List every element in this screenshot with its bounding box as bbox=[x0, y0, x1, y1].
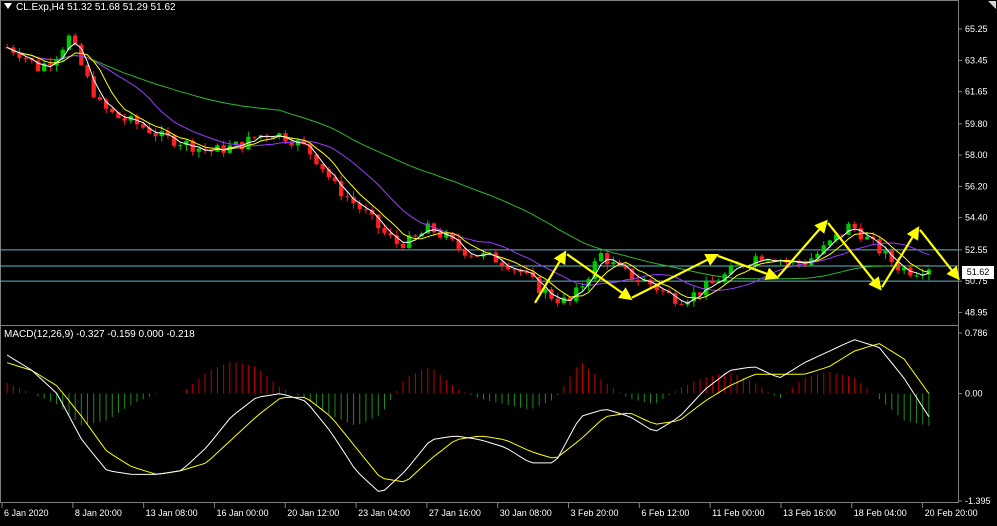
macd-tick-label: -1.395 bbox=[965, 496, 991, 506]
symbol-title-text: CL.Exp,H4 51.32 51.68 51.29 51.62 bbox=[16, 2, 176, 13]
candle-body bbox=[877, 238, 882, 254]
x-tick-label: 8 Jan 20:00 bbox=[75, 508, 122, 518]
x-tick-label: 30 Jan 08:00 bbox=[500, 508, 552, 518]
current-price-badge: 51.62 bbox=[962, 266, 994, 279]
candle-body bbox=[153, 133, 158, 137]
candle-body bbox=[363, 209, 369, 211]
candle-body bbox=[97, 97, 103, 100]
x-tick-label: 6 Jan 2020 bbox=[4, 508, 49, 518]
candle-body bbox=[734, 265, 740, 267]
macd-signal-line bbox=[6, 343, 930, 483]
x-tick-label: 20 Feb 20:00 bbox=[925, 508, 978, 518]
candle-body bbox=[555, 298, 560, 304]
chart-canvas[interactable]: 65.25 63.45 61.65 59.80 58.00 56.20 54.40 52.55… bbox=[0, 0, 997, 521]
y-tick-label: 59.80 bbox=[965, 119, 988, 129]
macd-tick-label: 0.00 bbox=[965, 389, 983, 399]
candle-body bbox=[468, 255, 474, 257]
ma-fast-line bbox=[6, 42, 930, 304]
candle-body bbox=[382, 228, 387, 233]
y-tick-label: 58.00 bbox=[965, 150, 988, 160]
x-tick-label: 20 Jan 12:00 bbox=[287, 508, 339, 518]
candle-body bbox=[660, 290, 666, 292]
ma-long-line bbox=[6, 46, 929, 280]
macd-main-line bbox=[6, 339, 930, 492]
zigzag-arrow bbox=[827, 222, 882, 291]
candle-body bbox=[122, 118, 127, 121]
candle-body bbox=[753, 256, 758, 266]
candle-body bbox=[914, 275, 919, 277]
candle-body bbox=[499, 262, 505, 266]
y-tick-label: 48.95 bbox=[965, 307, 988, 317]
x-tick-label: 27 Jan 16:00 bbox=[429, 508, 481, 518]
candle-body bbox=[252, 136, 257, 138]
y-tick-label: 61.65 bbox=[965, 87, 988, 97]
corner-arrow-icon bbox=[988, 1, 996, 9]
candle-body bbox=[765, 260, 771, 262]
y-tick-label: 52.55 bbox=[965, 245, 988, 255]
candle-body bbox=[196, 148, 202, 152]
x-tick-label: 3 Feb 20:00 bbox=[571, 508, 619, 518]
candle-body bbox=[141, 124, 146, 128]
trading-chart-window[interactable]: 65.25 63.45 61.65 59.80 58.00 56.20 54.40 52.55… bbox=[0, 0, 997, 521]
candle-body bbox=[345, 196, 350, 198]
x-tick-label: 13 Jan 08:00 bbox=[146, 508, 198, 518]
candle-body bbox=[883, 250, 888, 254]
candle-body bbox=[852, 223, 857, 229]
ma-slow-line bbox=[6, 46, 930, 291]
candle-body bbox=[23, 57, 28, 59]
candle-body bbox=[635, 279, 641, 281]
candle-body bbox=[413, 235, 418, 237]
x-tick-label: 6 Feb 12:00 bbox=[641, 508, 689, 518]
candle-body bbox=[846, 223, 851, 235]
chart-frame bbox=[0, 0, 959, 503]
x-tick-label: 23 Jan 04:00 bbox=[358, 508, 410, 518]
candle-body bbox=[605, 253, 610, 265]
candle-body bbox=[710, 281, 715, 284]
x-tick-label: 16 Jan 00:00 bbox=[216, 508, 268, 518]
x-tick-label: 18 Feb 04:00 bbox=[854, 508, 907, 518]
dropdown-triangle-icon[interactable] bbox=[4, 3, 12, 9]
macd-tick-label: 0.786 bbox=[965, 328, 988, 338]
candle-body bbox=[110, 108, 115, 113]
candle-body bbox=[580, 286, 585, 288]
candle-body bbox=[178, 145, 183, 147]
zigzag-arrow bbox=[881, 226, 920, 288]
x-tick-label: 11 Feb 00:00 bbox=[712, 508, 764, 518]
symbol-title: CL.Exp,H4 51.32 51.68 51.29 51.62 bbox=[4, 2, 176, 13]
y-tick-label: 56.20 bbox=[965, 181, 988, 191]
x-tick-label: 13 Feb 16:00 bbox=[783, 508, 836, 518]
y-tick-label: 65.25 bbox=[965, 24, 988, 34]
candle-body bbox=[462, 248, 468, 256]
y-tick-label: 54.40 bbox=[965, 213, 988, 223]
y-tick-label: 63.45 bbox=[965, 55, 988, 65]
candle-body bbox=[512, 269, 517, 271]
candle-body bbox=[592, 261, 597, 280]
macd-title: MACD(12,26,9) -0.327 -0.159 0.000 -0.218 bbox=[4, 329, 195, 340]
candle-body bbox=[400, 243, 406, 249]
candle-body bbox=[679, 303, 684, 305]
candle-body bbox=[864, 236, 870, 240]
candle-body bbox=[611, 262, 616, 265]
candle-body bbox=[598, 253, 604, 262]
